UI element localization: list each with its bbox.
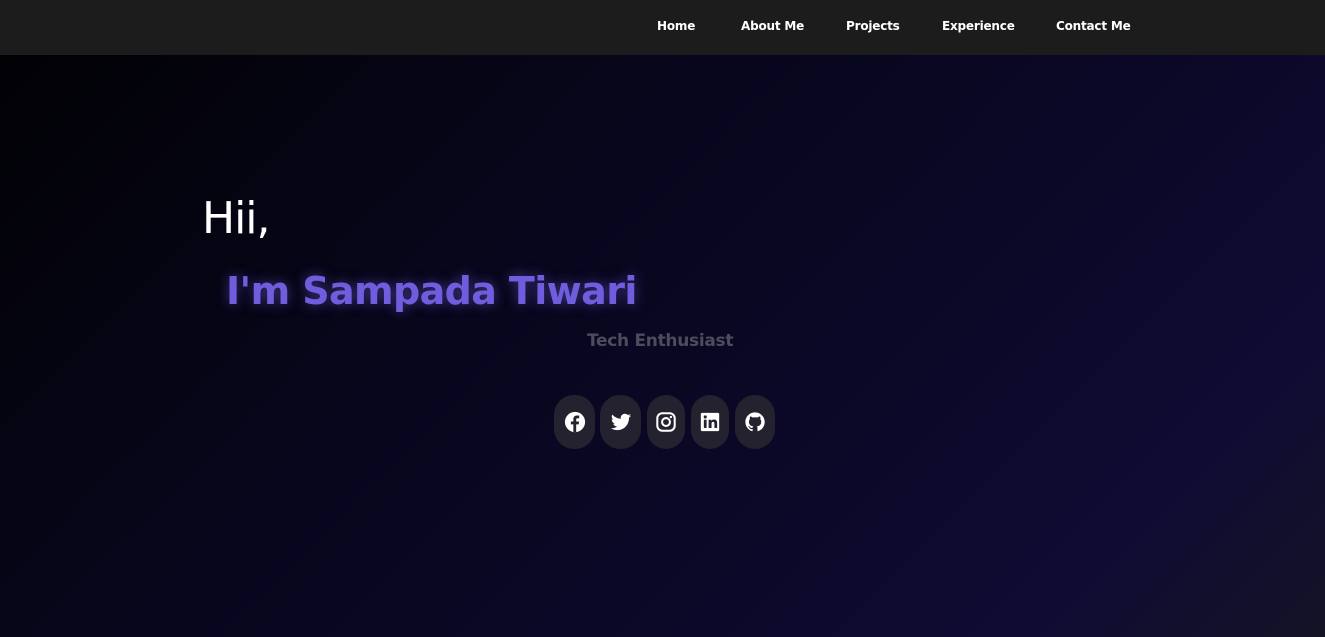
navbar: Home About Me Projects Experience Contac… bbox=[0, 0, 1325, 55]
linkedin-link[interactable] bbox=[691, 395, 729, 449]
nav-link-experience[interactable]: Experience bbox=[942, 19, 1015, 33]
instagram-icon bbox=[655, 411, 677, 433]
instagram-link[interactable] bbox=[647, 395, 685, 449]
facebook-icon bbox=[564, 411, 586, 433]
nav-link-home[interactable]: Home bbox=[657, 19, 695, 33]
twitter-icon bbox=[610, 411, 632, 433]
facebook-link[interactable] bbox=[554, 395, 595, 449]
github-link[interactable] bbox=[735, 395, 775, 449]
linkedin-icon bbox=[699, 411, 721, 433]
hero-tagline: Tech Enthusiast bbox=[587, 331, 734, 351]
hero-name: I'm Sampada Tiwari bbox=[226, 269, 637, 313]
github-icon bbox=[744, 411, 766, 433]
hero-greeting: Hii, bbox=[202, 193, 271, 244]
nav-link-projects[interactable]: Projects bbox=[846, 19, 900, 33]
nav-link-about-me[interactable]: About Me bbox=[741, 19, 804, 33]
nav-link-contact-me[interactable]: Contact Me bbox=[1056, 19, 1131, 33]
twitter-link[interactable] bbox=[600, 395, 641, 449]
